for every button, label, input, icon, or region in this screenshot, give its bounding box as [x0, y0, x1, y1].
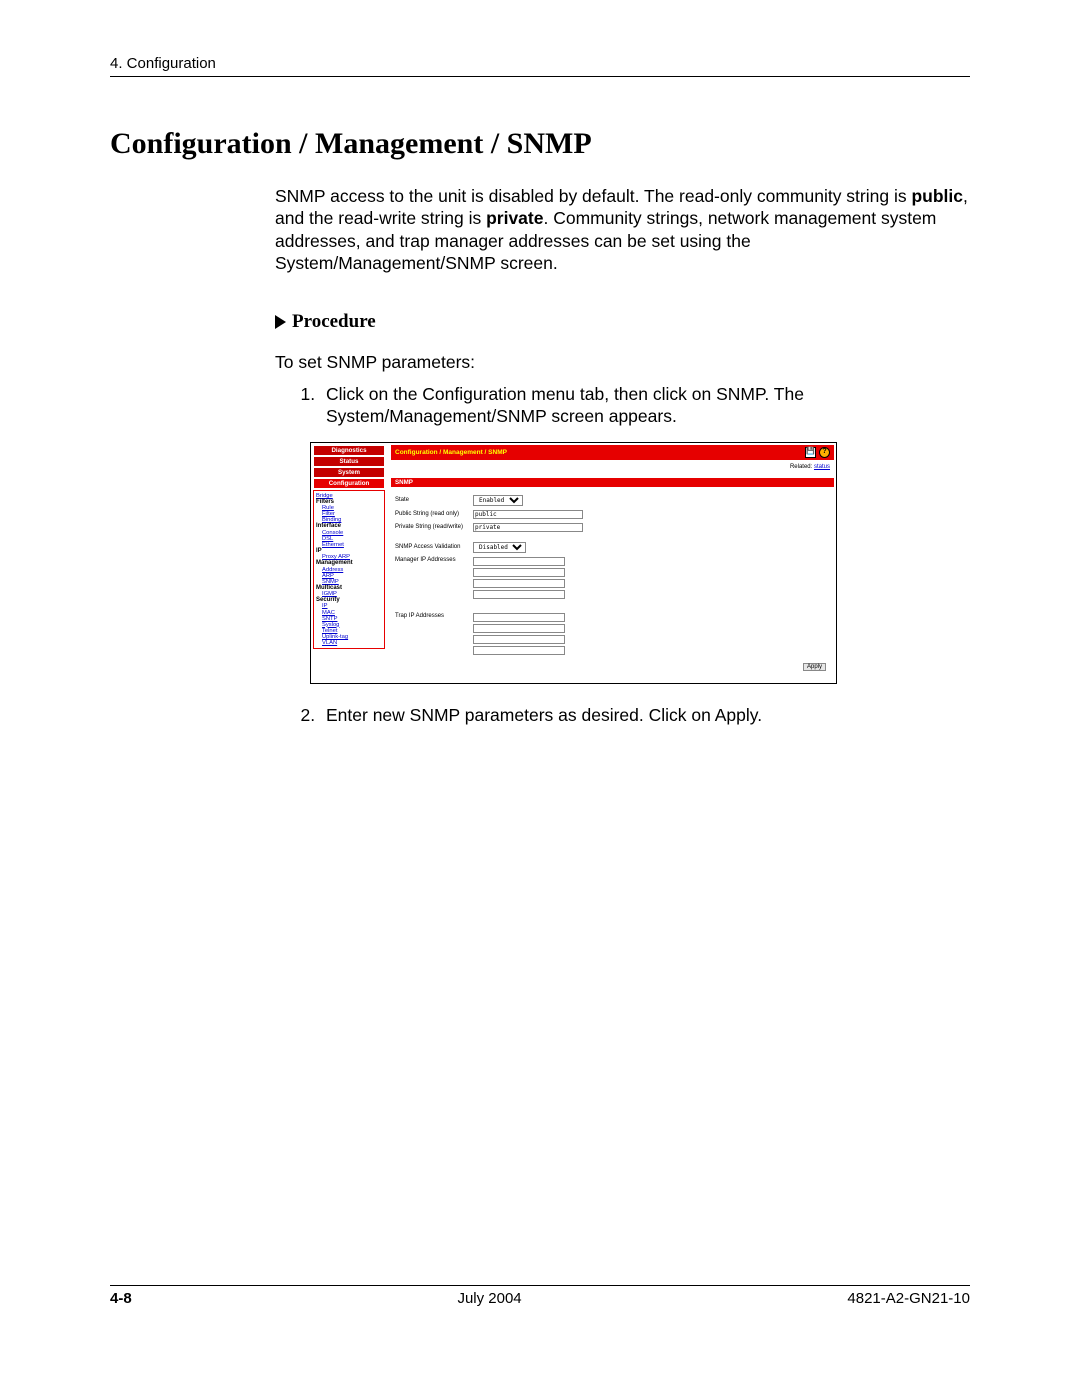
trap-ip-4[interactable] — [473, 646, 565, 655]
trap-ip-3[interactable] — [473, 635, 565, 644]
procedure-steps-2: Enter new SNMP parameters as desired. Cl… — [275, 704, 970, 726]
related-label: Related: — [790, 464, 812, 470]
running-header: 4. Configuration — [110, 55, 970, 77]
footer-date: July 2004 — [457, 1290, 521, 1307]
nav-list: Bridge Filters Rule Filter Binding Inter… — [313, 490, 385, 649]
manager-ip-3[interactable] — [473, 579, 565, 588]
state-label: State — [395, 497, 469, 503]
page-title: Configuration / Management / SNMP — [110, 127, 970, 161]
procedure-intro: To set SNMP parameters: — [275, 351, 970, 373]
manager-ip-1[interactable] — [473, 557, 565, 566]
breadcrumb-bar: Configuration / Management / SNMP 💾 ? — [391, 445, 834, 460]
access-label: SNMP Access Validation — [395, 544, 469, 550]
intro-paragraph: SNMP access to the unit is disabled by d… — [275, 185, 970, 275]
public-label: Public String (read only) — [395, 511, 469, 517]
main-panel: Configuration / Management / SNMP 💾 ? Re… — [387, 443, 836, 683]
step-2: Enter new SNMP parameters as desired. Cl… — [320, 704, 970, 726]
procedure-label: Procedure — [292, 311, 376, 333]
help-icon[interactable]: ? — [819, 447, 830, 458]
tab-configuration[interactable]: Configuration — [313, 478, 385, 489]
related-row: Related: status — [391, 460, 834, 478]
step-1: Click on the Configuration menu tab, the… — [320, 383, 970, 428]
trap-ip-1[interactable] — [473, 613, 565, 622]
state-select[interactable]: Enabled — [473, 495, 523, 506]
private-input[interactable] — [473, 523, 583, 532]
intro-bold-private: private — [486, 208, 543, 228]
manager-ip-2[interactable] — [473, 568, 565, 577]
tab-diagnostics[interactable]: Diagnostics — [313, 445, 385, 456]
trap-ip-2[interactable] — [473, 624, 565, 633]
page-number: 4-8 — [110, 1290, 132, 1307]
procedure-steps: Click on the Configuration menu tab, the… — [275, 383, 970, 428]
embedded-screenshot: Diagnostics Status System Configuration … — [310, 442, 837, 684]
tab-status[interactable]: Status — [313, 456, 385, 467]
apply-button[interactable]: Apply — [803, 663, 826, 671]
private-label: Private String (read/write) — [395, 524, 469, 530]
intro-text-1: SNMP access to the unit is disabled by d… — [275, 186, 911, 206]
procedure-heading: Procedure — [275, 311, 970, 333]
triangle-icon — [275, 315, 286, 329]
managers-label: Manager IP Addresses — [395, 557, 469, 563]
footer-doc-id: 4821-A2-GN21-10 — [847, 1290, 970, 1307]
nav-sidebar: Diagnostics Status System Configuration … — [311, 443, 387, 683]
tab-system[interactable]: System — [313, 467, 385, 478]
breadcrumb-text: Configuration / Management / SNMP — [395, 449, 507, 456]
intro-bold-public: public — [911, 186, 963, 206]
save-icon[interactable]: 💾 — [805, 447, 816, 458]
related-link[interactable]: status — [814, 464, 830, 470]
nav-sec-vlan[interactable]: VLAN — [322, 640, 382, 646]
public-input[interactable] — [473, 510, 583, 519]
traps-label: Trap IP Addresses — [395, 613, 469, 619]
access-select[interactable]: Disabled — [473, 542, 526, 553]
page-footer: 4-8 July 2004 4821-A2-GN21-10 — [110, 1285, 970, 1307]
panel-title: SNMP — [391, 478, 834, 487]
manager-ip-4[interactable] — [473, 590, 565, 599]
